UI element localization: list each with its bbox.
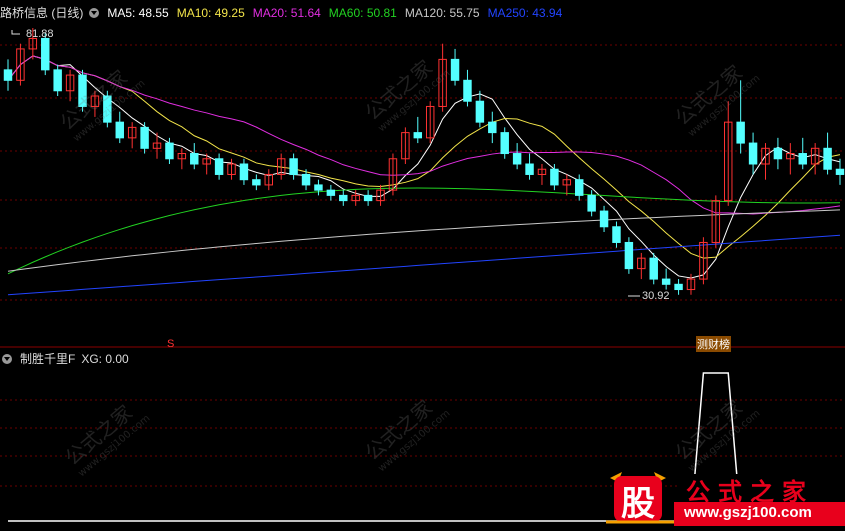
high-price-label: 81.88 [26,28,54,40]
candle-down [823,147,832,170]
candle-down [599,210,609,228]
candle-down [41,37,50,71]
candle-down [53,69,62,92]
ma20-label: MA20: 51.64 [252,6,321,20]
chart-canvas[interactable] [0,0,845,526]
candle-down [500,132,509,155]
signal-marker-s[interactable]: S [167,338,174,350]
candle-down [103,95,112,123]
ma-line-ma10 [7,55,841,259]
candle-down [140,126,149,149]
candle-down [525,163,534,175]
candle-down [624,241,634,270]
candle-down [773,147,783,160]
candle-down [835,168,845,175]
high-pointer [11,30,20,35]
ma10-label: MA10: 49.25 [176,6,245,20]
candle-down [649,257,658,280]
indicator-title: 制胜千里F [20,352,76,366]
candle-down [488,121,497,134]
ma5-label: MA5: 48.55 [107,6,169,20]
ma-line-ma120 [7,209,841,272]
logo-char: 股 [621,484,655,524]
candle-down [463,79,472,102]
candle-down [413,132,423,139]
candle-down [661,278,671,285]
ma250-label: MA250: 43.94 [487,6,563,20]
dropdown-icon[interactable] [2,354,12,364]
candle-down [550,168,559,186]
candle-down [612,226,621,243]
candle-down [450,58,460,81]
logo-name: 公式之家 [686,478,814,506]
candle-down [252,179,261,186]
ma-line-ma250 [7,234,841,296]
dropdown-icon[interactable] [89,8,100,18]
candle-down [475,100,485,123]
candle-down [574,179,584,196]
stock-title: 路桥信息 (日线) [0,6,84,20]
ma-line-ma20 [7,55,841,215]
candle-down [3,69,13,81]
logo-url: www.gszj100.com [684,504,812,521]
candle-down [587,194,596,212]
candle-down [165,142,174,160]
candle-down [190,153,199,165]
candle-down [339,194,348,202]
candle-down [78,74,87,107]
xg-value: XG: 0.00 [81,352,129,366]
candle-down [239,163,249,181]
candle-down [736,121,745,144]
candle-down [798,153,807,165]
candle-down [674,283,683,291]
candle-down [363,194,373,202]
candle-down [326,189,336,196]
ma120-label: MA120: 55.75 [404,6,480,20]
candle-down [214,158,224,175]
candle-down [512,153,522,165]
candle-down [314,184,323,191]
ma-line-ma5 [7,55,841,279]
main-header: 路桥信息 (日线) MA5: 48.55 MA10: 49.25 MA20: 5… [0,4,570,22]
site-logo: 股 公式之家 www.gszj100.com [604,470,845,526]
candle-down [301,173,311,186]
candle-down [289,158,298,175]
low-price-label: 30.92 [642,290,670,302]
ma60-label: MA60: 50.81 [328,6,397,20]
candle-down [115,121,124,139]
sub-header: 制胜千里F XG: 0.00 [0,350,137,368]
candle-down [748,142,758,165]
news-marker[interactable]: 测财榜 [696,336,731,352]
